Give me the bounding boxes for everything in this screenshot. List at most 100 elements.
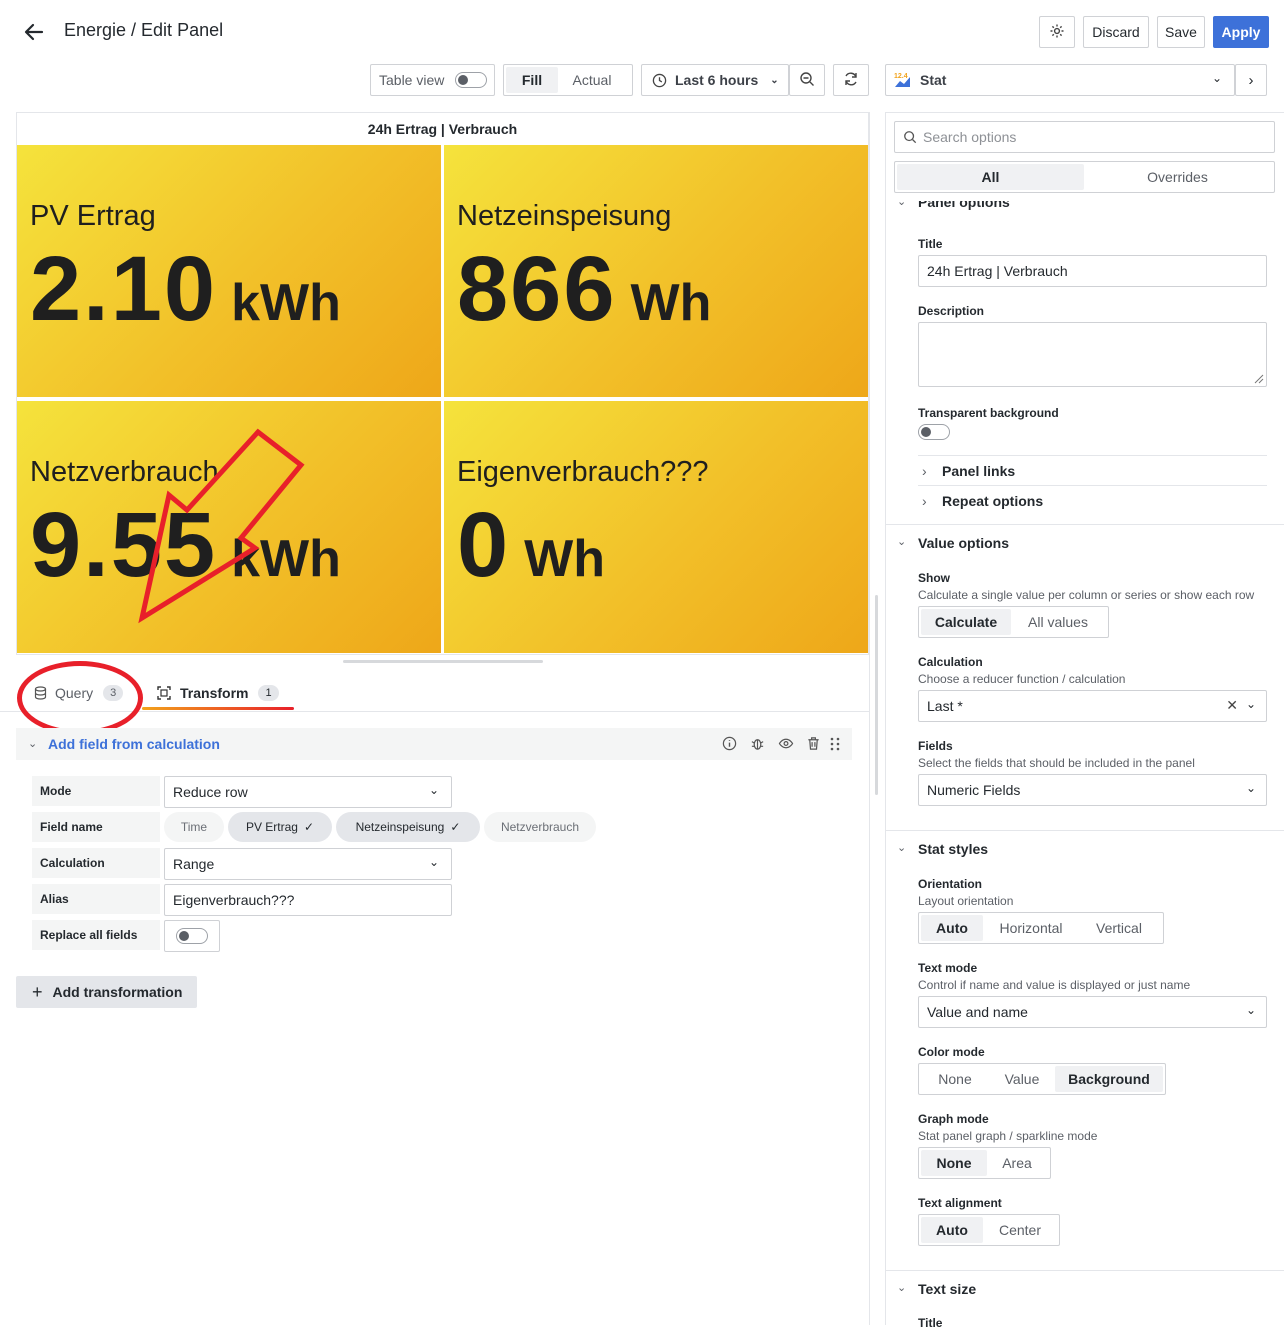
calculation-option-select[interactable]: Last * ✕ ⌄ xyxy=(918,690,1267,722)
chevron-down-icon: ⌄ xyxy=(770,74,779,86)
tab-overrides[interactable]: Overrides xyxy=(1084,164,1271,190)
pane-splitter-handle[interactable] xyxy=(875,595,878,795)
chevron-down-icon: ⌄ xyxy=(1245,1003,1256,1017)
alias-input[interactable]: Eigenverbrauch??? xyxy=(164,884,452,916)
stat-styles-heading[interactable]: Stat styles xyxy=(918,841,988,857)
mode-select[interactable]: Reduce row ⌄ xyxy=(164,776,452,808)
time-range-label: Last 6 hours xyxy=(675,72,759,88)
apply-button[interactable]: Apply xyxy=(1213,16,1269,48)
orientation-horizontal-option[interactable]: Horizontal xyxy=(983,915,1079,941)
zoom-out-button[interactable] xyxy=(789,64,825,96)
pane-resize-handle[interactable] xyxy=(343,660,543,663)
field-chip-netzeinspeisung[interactable]: Netzeinspeisung ✓ xyxy=(336,812,480,842)
discard-button[interactable]: Discard xyxy=(1083,16,1149,48)
settings-button[interactable] xyxy=(1039,16,1075,48)
graph-mode-area-option[interactable]: Area xyxy=(987,1150,1047,1176)
refresh-icon xyxy=(843,71,859,90)
search-options-input[interactable]: Search options xyxy=(894,121,1275,153)
chevron-right-icon[interactable]: › xyxy=(922,463,927,479)
orientation-auto-option[interactable]: Auto xyxy=(921,915,983,941)
search-placeholder: Search options xyxy=(923,129,1017,145)
tab-all[interactable]: All xyxy=(897,164,1084,190)
show-radio-group[interactable]: Calculate All values xyxy=(918,606,1109,638)
field-chip-label: Time xyxy=(180,820,208,834)
color-mode-background-option[interactable]: Background xyxy=(1055,1066,1163,1092)
time-range-picker[interactable]: Last 6 hours ⌄ xyxy=(641,64,789,96)
chevron-right-icon[interactable]: › xyxy=(922,493,927,509)
color-mode-none-option[interactable]: None xyxy=(921,1066,989,1092)
color-mode-radio-group[interactable]: None Value Background xyxy=(918,1063,1166,1095)
repeat-options-heading[interactable]: Repeat options xyxy=(942,493,1043,509)
panel-links-heading[interactable]: Panel links xyxy=(942,463,1015,479)
text-alignment-radio-group[interactable]: Auto Center xyxy=(918,1214,1060,1246)
mode-value: Reduce row xyxy=(173,784,248,800)
show-all-values-option[interactable]: All values xyxy=(1011,609,1105,635)
show-calculate-option[interactable]: Calculate xyxy=(921,609,1011,635)
clock-icon xyxy=(652,73,667,88)
back-arrow-icon[interactable] xyxy=(22,20,46,44)
add-transformation-button[interactable]: + Add transformation xyxy=(16,976,197,1008)
tab-transform[interactable]: Transform 1 xyxy=(157,682,279,704)
transparent-background-toggle[interactable] xyxy=(918,424,950,440)
transform-icon xyxy=(157,686,171,700)
fill-actual-toggle[interactable]: Fill Actual xyxy=(503,64,633,96)
toggle-options-pane-button[interactable]: › xyxy=(1235,64,1267,96)
field-chip-label: Netzeinspeisung xyxy=(355,820,445,834)
clear-icon[interactable]: ✕ xyxy=(1226,697,1238,714)
chevron-down-icon[interactable]: ⌄ xyxy=(897,1281,906,1294)
chevron-down-icon[interactable]: ⌄ xyxy=(897,841,906,854)
fields-option-value: Numeric Fields xyxy=(927,782,1021,798)
replace-all-fields-toggle[interactable] xyxy=(176,928,208,944)
options-tabs[interactable]: All Overrides xyxy=(894,161,1275,193)
visualization-picker[interactable]: 12.4 Stat ⌄ xyxy=(885,64,1235,96)
title-option-label: Title xyxy=(918,237,943,251)
info-icon[interactable] xyxy=(722,736,737,755)
plus-icon: + xyxy=(32,981,43,1002)
refresh-button[interactable] xyxy=(833,64,869,96)
trash-icon[interactable] xyxy=(806,736,821,755)
chevron-down-icon[interactable]: ⌄ xyxy=(28,737,37,750)
chevron-down-icon[interactable]: ⌄ xyxy=(897,535,906,548)
pane-divider xyxy=(869,112,870,1325)
transformation-title[interactable]: Add field from calculation xyxy=(48,736,220,752)
orientation-vertical-option[interactable]: Vertical xyxy=(1079,915,1159,941)
graph-mode-none-option[interactable]: None xyxy=(921,1150,987,1176)
divider xyxy=(918,485,1267,486)
stat-name: Eigenverbrauch??? xyxy=(457,456,709,488)
actual-option[interactable]: Actual xyxy=(558,67,626,93)
panel-options-heading[interactable]: Panel options xyxy=(918,201,1010,210)
text-alignment-center-option[interactable]: Center xyxy=(983,1217,1057,1243)
calculation-option-label: Calculation xyxy=(918,655,983,669)
description-textarea[interactable] xyxy=(918,322,1267,387)
table-view-toggle[interactable]: Table view xyxy=(370,64,495,96)
chevron-down-icon: ⌄ xyxy=(1211,71,1222,85)
stat-name: Netzeinspeisung xyxy=(457,200,672,232)
text-mode-select[interactable]: Value and name ⌄ xyxy=(918,996,1267,1028)
text-size-heading[interactable]: Text size xyxy=(918,1281,976,1297)
replace-all-fields-label: Replace all fields xyxy=(32,920,160,950)
chevron-down-icon[interactable]: ⌄ xyxy=(897,201,906,208)
fields-option-select[interactable]: Numeric Fields ⌄ xyxy=(918,774,1267,806)
orientation-radio-group[interactable]: Auto Horizontal Vertical xyxy=(918,912,1164,944)
eye-icon[interactable] xyxy=(778,736,794,755)
save-button[interactable]: Save xyxy=(1157,16,1205,48)
drag-handle-icon[interactable] xyxy=(829,736,841,756)
bug-icon[interactable] xyxy=(750,736,765,755)
field-chip-netzverbrauch[interactable]: Netzverbrauch xyxy=(484,812,596,842)
tab-active-indicator xyxy=(142,707,294,710)
table-view-switch[interactable] xyxy=(455,72,487,88)
color-mode-value-option[interactable]: Value xyxy=(989,1066,1055,1092)
graph-mode-radio-group[interactable]: None Area xyxy=(918,1147,1051,1179)
calculation-select[interactable]: Range ⌄ xyxy=(164,848,452,880)
value-options-heading[interactable]: Value options xyxy=(918,535,1009,551)
svg-text:12.4: 12.4 xyxy=(894,73,908,80)
visualization-label: Stat xyxy=(920,72,947,88)
field-chip-time[interactable]: Time xyxy=(164,812,224,842)
text-alignment-auto-option[interactable]: Auto xyxy=(921,1217,983,1243)
fill-option[interactable]: Fill xyxy=(506,67,558,93)
field-name-label: Field name xyxy=(32,812,160,842)
calculation-option-value: Last * xyxy=(927,698,963,714)
mode-label: Mode xyxy=(32,776,160,806)
field-chip-pv-ertrag[interactable]: PV Ertrag ✓ xyxy=(228,812,332,842)
title-option-input[interactable]: 24h Ertrag | Verbrauch xyxy=(918,255,1267,287)
